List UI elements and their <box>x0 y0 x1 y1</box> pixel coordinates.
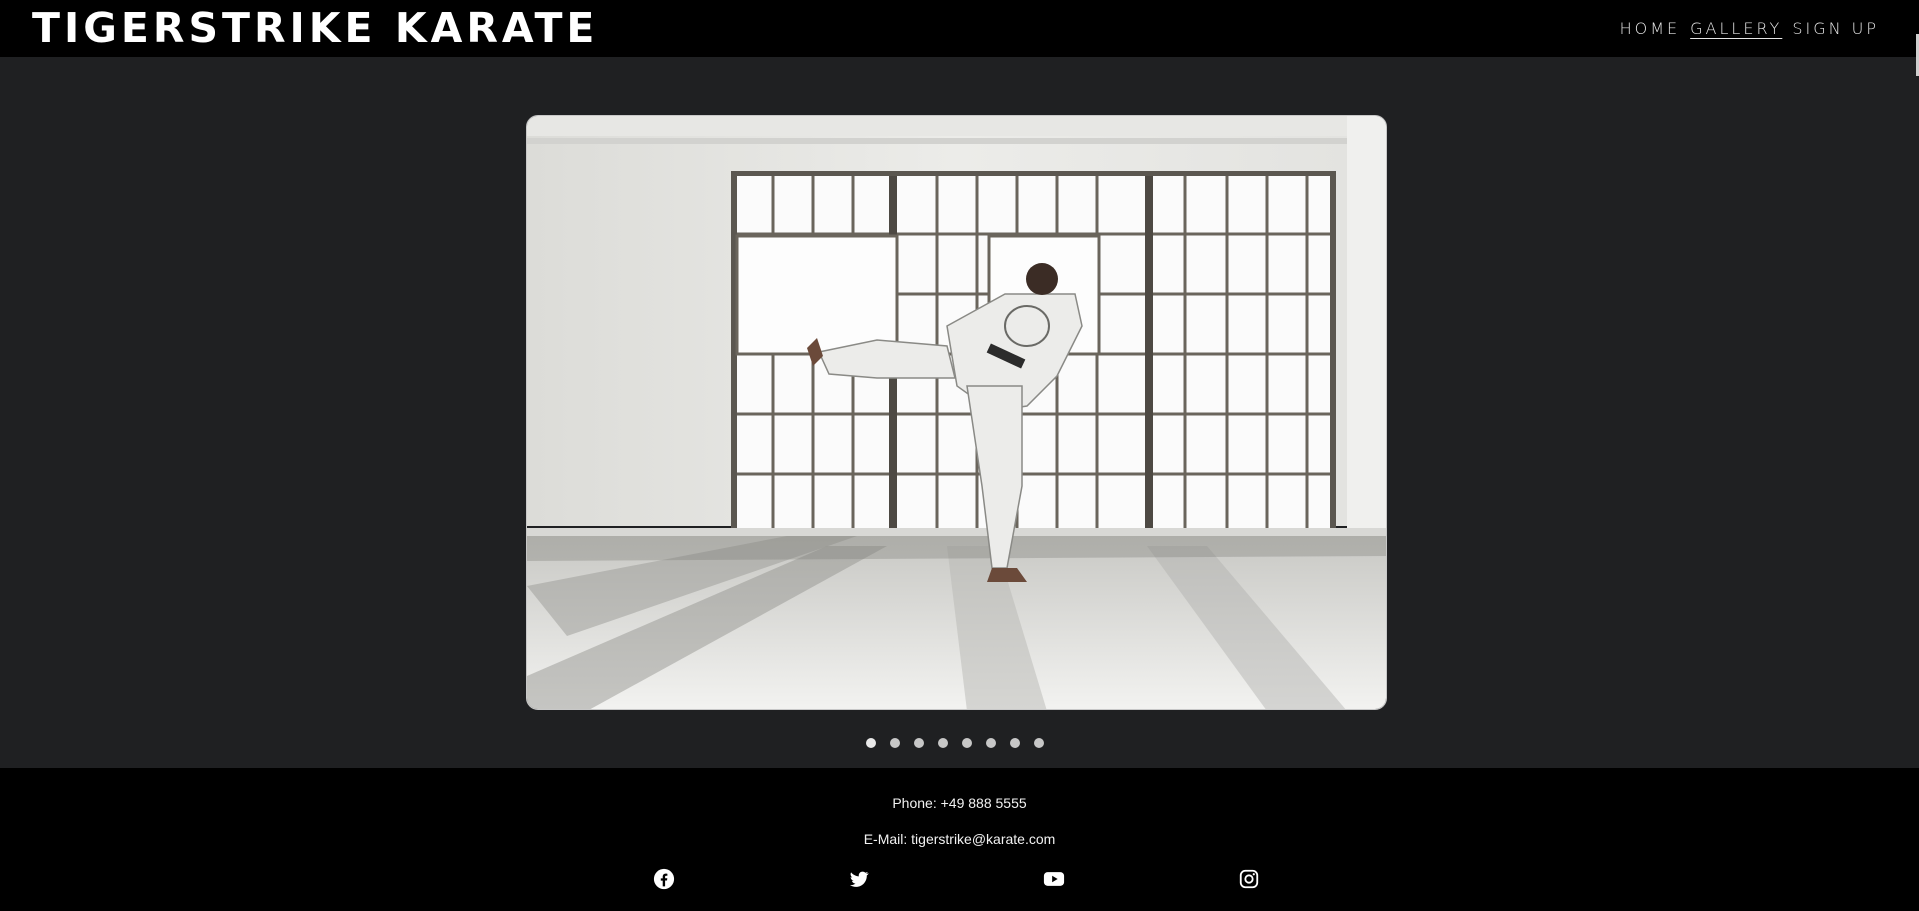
slide-dot-8[interactable] <box>1034 738 1044 748</box>
twitter-icon[interactable] <box>848 868 870 890</box>
slide-dot-7[interactable] <box>1010 738 1020 748</box>
nav-home[interactable]: HOME <box>1620 19 1681 39</box>
slide-dot-4[interactable] <box>938 738 948 748</box>
gallery-slide-image <box>526 115 1387 710</box>
slide-dot-5[interactable] <box>962 738 972 748</box>
facebook-icon[interactable] <box>653 868 675 890</box>
youtube-icon[interactable] <box>1042 868 1065 890</box>
site-title[interactable]: TIGERSTRIKE KARATE <box>32 4 598 52</box>
nav-gallery[interactable]: GALLERY <box>1690 19 1782 39</box>
nav-sign-up[interactable]: SIGN UP <box>1792 19 1879 39</box>
slide-dot-2[interactable] <box>890 738 900 748</box>
site-footer: Phone: +49 888 5555 E-Mail: tigerstrike@… <box>0 768 1919 911</box>
slide-dot-6[interactable] <box>986 738 996 748</box>
main-nav: HOME GALLERY SIGN UP <box>1620 19 1879 39</box>
site-header: TIGERSTRIKE KARATE HOME GALLERY SIGN UP <box>0 0 1919 57</box>
footer-email[interactable]: E-Mail: tigerstrike@karate.com <box>0 831 1919 847</box>
instagram-icon[interactable] <box>1238 868 1260 890</box>
footer-phone: Phone: +49 888 5555 <box>892 795 1027 811</box>
gallery-pagination <box>866 738 1044 748</box>
slide-dot-1[interactable] <box>866 738 876 748</box>
slide-dot-3[interactable] <box>914 738 924 748</box>
